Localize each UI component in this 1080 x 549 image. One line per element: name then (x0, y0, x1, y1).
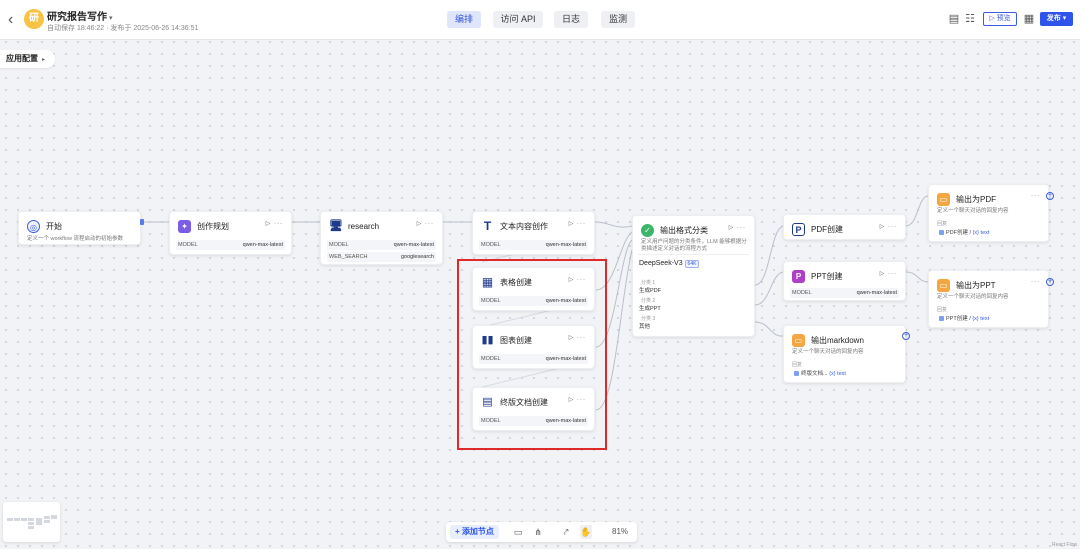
node-start[interactable]: ◎ 开始 定义一个 workflow 流程启动的初始参数 (18, 211, 141, 245)
minimap[interactable] (3, 502, 60, 542)
edge-classify-md (754, 321, 784, 337)
node-desc: 定义一个聊天对话的回复内容 (937, 294, 1009, 300)
class-value: 生成PPT (639, 306, 661, 312)
add-next-icon[interactable]: + (902, 332, 910, 340)
class-value: 生成PDF (639, 288, 662, 294)
node-plan[interactable]: ✦ 创作规划 ▷ ··· MODEL qwen-max-latest (169, 211, 292, 255)
classify-icon: ✓ (641, 223, 654, 237)
node-controls[interactable]: ▷ ··· (266, 220, 283, 227)
start-icon: ◎ (27, 219, 40, 233)
divider (638, 254, 749, 255)
node-desc: 类描述定义对话的流程方式 (641, 246, 708, 252)
add-node-button[interactable]: + 添加节点 (450, 525, 499, 539)
context-badge: 64K (684, 260, 700, 268)
reply-label: 回复 (937, 307, 948, 313)
add-next-icon[interactable]: + (1046, 192, 1054, 200)
reply-variable: PDF创建 / {x} text (939, 228, 989, 236)
node-output-markdown[interactable]: ▭ 输出markdown 定义一个聊天对话的回复内容 回复 终版文档... {x}… (783, 325, 906, 383)
node-title: 输出为PPT (956, 280, 996, 290)
node-controls[interactable]: ▷ ··· (569, 220, 586, 227)
class-value: 其他 (639, 324, 651, 330)
node-controls[interactable]: ▷ ··· (880, 223, 897, 230)
monitor-icon: 🖥 (329, 219, 343, 233)
node-desc: 定义一个 workflow 流程启动的初始参数 (27, 236, 123, 242)
class-label: 分类 1 (641, 280, 656, 286)
edge-classify-ppt (754, 271, 784, 306)
node-controls[interactable]: ··· (1031, 193, 1040, 199)
output-handle[interactable] (140, 219, 144, 225)
add-next-icon[interactable]: + (1046, 278, 1054, 286)
node-ppt-creation[interactable]: P PPT创建 ▷ ··· MODEL qwen-max-latest (783, 261, 906, 301)
node-title: 输出为PDF (956, 194, 996, 204)
node-title: PDF创建 (811, 224, 843, 234)
pdf-icon: P (792, 222, 805, 236)
node-controls[interactable]: ··· (1031, 279, 1040, 285)
pointer-icon[interactable]: ⤤ (560, 525, 572, 539)
node-title: 创作规划 (197, 221, 229, 231)
node-research[interactable]: 🖥 research ▷ ··· MODEL qwen-max-latest WEB… (320, 211, 443, 265)
model-row: MODEL qwen-max-latest (327, 240, 436, 250)
reply-variable: 终版文档... {x} text (794, 369, 846, 377)
model-row: MODEL qwen-max-latest (479, 240, 588, 250)
node-output-pdf[interactable]: ▭ 输出为PDF ··· 定义一个聊天对话的回复内容 回复 PDF创建 / {x}… (928, 184, 1049, 242)
reply-icon: ▭ (937, 192, 950, 206)
search-row: WEB_SEARCH googlesearch (327, 252, 436, 262)
node-text-creation[interactable]: T 文本内容创作 ▷ ··· MODEL qwen-max-latest (472, 211, 595, 255)
node-controls[interactable]: ▷ ··· (417, 220, 434, 227)
node-title: 输出markdown (811, 335, 864, 345)
reply-icon: ▭ (937, 278, 950, 292)
share-icon[interactable]: ⋔ (532, 525, 544, 539)
edge-text-classify (594, 221, 633, 228)
class-label: 分类 2 (641, 298, 656, 304)
minimap-preview (7, 515, 57, 529)
node-title: research (348, 221, 380, 231)
hand-icon[interactable]: ✋ (580, 525, 592, 539)
node-title: PPT创建 (811, 271, 843, 281)
node-desc: 定义一个聊天对话的回复内容 (937, 208, 1009, 214)
text-icon: T (481, 219, 494, 233)
node-output-ppt[interactable]: ▭ 输出为PPT ··· 定义一个聊天对话的回复内容 回复 PPT创建 / {x}… (928, 270, 1049, 328)
node-desc: 定义一个聊天对话的回复内容 (792, 349, 864, 355)
canvas-toolbar: + 添加节点 ▭ ⋔ ⤤ ✋ 81% (446, 522, 637, 542)
model-row: MODEL qwen-max-latest (176, 240, 285, 250)
reply-icon: ▭ (792, 333, 805, 347)
node-controls[interactable]: ▷ ··· (729, 224, 746, 231)
reply-label: 回复 (792, 362, 803, 368)
node-classifier[interactable]: ✓ 输出格式分类 ▷ ··· 定义用户问题的分类条件，LLM 能够根据分 类描述定… (632, 215, 755, 337)
zoom-level[interactable]: 81% (612, 525, 628, 539)
node-title: 开始 (46, 221, 62, 231)
node-controls[interactable]: ▷ ··· (880, 270, 897, 277)
agent-icon: ✦ (178, 219, 191, 233)
reply-variable: PPT创建 / {x} text (939, 314, 989, 322)
selection-highlight (457, 259, 607, 450)
node-title: 文本内容创作 (500, 221, 548, 231)
model-label: DeepSeek-V3 64K (639, 260, 700, 268)
note-icon[interactable]: ▭ (512, 525, 524, 539)
reply-label: 回复 (937, 221, 948, 227)
edge-classify-pdf (754, 225, 784, 286)
model-row: MODEL qwen-max-latest (790, 288, 899, 298)
class-label: 分类 3 (641, 316, 656, 322)
edge-pdf-out (905, 195, 929, 227)
node-title: 输出格式分类 (660, 225, 708, 235)
react-flow-attribution[interactable]: React Flow (1052, 542, 1077, 548)
ppt-icon: P (792, 269, 805, 283)
node-pdf-creation[interactable]: P PDF创建 ▷ ··· (783, 214, 906, 240)
edge-ppt-out (905, 271, 929, 283)
